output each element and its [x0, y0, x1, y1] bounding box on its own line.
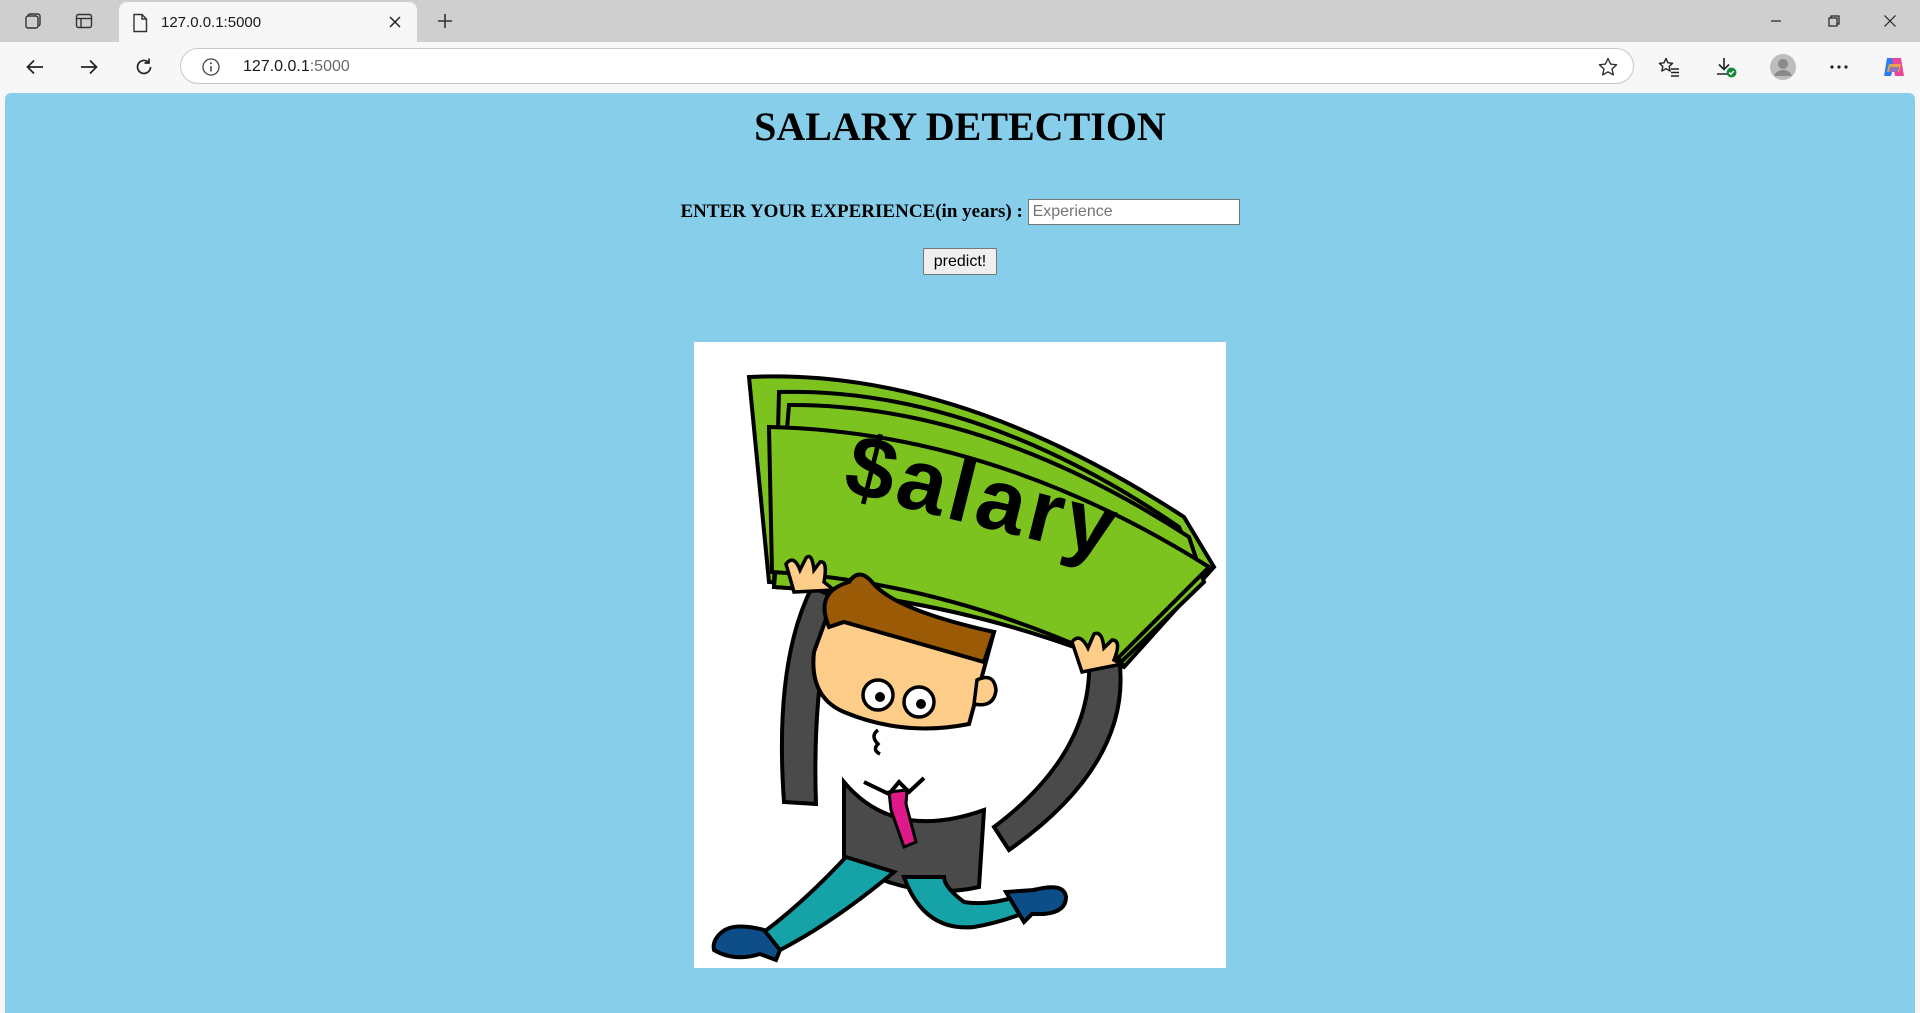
page-icon: [131, 13, 149, 38]
window-close-icon[interactable]: [1862, 0, 1918, 42]
info-icon[interactable]: [201, 57, 221, 82]
experience-input[interactable]: [1027, 199, 1240, 225]
copilot-icon[interactable]: [1876, 49, 1912, 85]
browser-toolbar: 127.0.0.1:5000: [0, 42, 1920, 92]
predict-button[interactable]: predict!: [923, 248, 997, 275]
salary-illustration: $alary: [694, 342, 1226, 968]
left-leg: [761, 854, 899, 953]
tab-title: 127.0.0.1:5000: [161, 14, 262, 31]
star-icon[interactable]: [1597, 56, 1619, 83]
back-icon[interactable]: [17, 49, 53, 85]
more-icon[interactable]: [1821, 49, 1857, 85]
refresh-icon[interactable]: [126, 49, 162, 85]
right-hand: [1070, 631, 1128, 675]
tab-actions-icon[interactable]: [67, 5, 101, 37]
address-bar[interactable]: 127.0.0.1:5000: [180, 48, 1634, 84]
favorites-icon[interactable]: [1651, 49, 1687, 85]
url-host: 127.0.0.1: [243, 58, 310, 75]
forward-icon[interactable]: [71, 49, 107, 85]
ear: [972, 675, 998, 707]
profile-icon[interactable]: [1765, 49, 1801, 85]
minimize-icon[interactable]: [1748, 0, 1804, 42]
close-icon[interactable]: [385, 12, 405, 32]
url-text[interactable]: 127.0.0.1:5000: [243, 58, 350, 76]
experience-label: ENTER YOUR EXPERIENCE(in years) :: [680, 201, 1023, 222]
experience-form-row: ENTER YOUR EXPERIENCE(in years) :: [5, 199, 1915, 225]
page-title: SALARY DETECTION: [754, 104, 1166, 149]
downloads-icon[interactable]: [1708, 49, 1744, 85]
page-viewport: SALARY DETECTION ENTER YOUR EXPERIENCE(i…: [5, 93, 1915, 1013]
active-tab[interactable]: 127.0.0.1:5000: [119, 2, 417, 42]
right-arm: [991, 655, 1123, 853]
mouth: [872, 728, 881, 756]
workspaces-icon[interactable]: [16, 5, 50, 37]
plus-icon[interactable]: [428, 5, 462, 37]
salary-man-image: $alary: [711, 374, 1217, 963]
tab-strip: 127.0.0.1:5000: [0, 0, 1920, 42]
restore-icon[interactable]: [1806, 0, 1862, 42]
url-port: :5000: [309, 58, 350, 75]
